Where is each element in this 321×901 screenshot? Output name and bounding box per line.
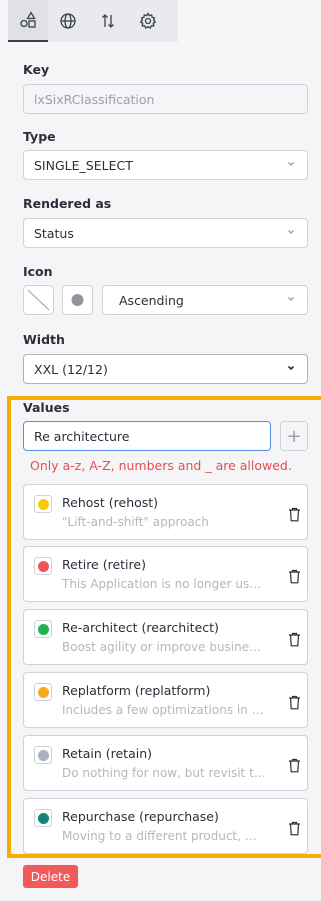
tab-bar	[8, 0, 178, 42]
value-item[interactable]: Rehost (rehost) "Lift-and-shift" approac…	[23, 484, 308, 540]
value-title: Retain (retain)	[62, 746, 153, 761]
color-swatch[interactable]	[34, 683, 52, 701]
gear-icon	[139, 12, 157, 29]
value-description: Moving to a different product, most...	[62, 829, 267, 843]
chevron-down-icon	[288, 230, 294, 234]
width-label: Width	[23, 332, 65, 347]
value-description: This Application is no longer useful, ..…	[62, 577, 267, 591]
value-description: "Lift-and-shift" approach	[62, 515, 209, 529]
chevron-down-icon	[287, 365, 295, 371]
globe-icon	[60, 13, 76, 29]
width-value: XXL (12/12)	[34, 361, 108, 377]
new-value-input[interactable]: Re architecture	[23, 421, 271, 451]
trash-icon[interactable]	[288, 632, 301, 647]
trash-icon[interactable]	[288, 695, 301, 710]
value-title: Re-architect (rearchitect)	[62, 620, 219, 635]
chevron-down-icon	[288, 162, 294, 166]
key-field[interactable]: lxSixRClassification	[23, 84, 308, 114]
type-select[interactable]: SINGLE_SELECT	[23, 150, 308, 180]
rendered-as-label: Rendered as	[23, 196, 112, 211]
type-value: SINGLE_SELECT	[34, 157, 133, 173]
color-swatch[interactable]	[34, 746, 52, 764]
tab-sort[interactable]	[88, 0, 128, 42]
value-item[interactable]: Repurchase (repurchase) Moving to a diff…	[23, 798, 308, 854]
color-dot-icon	[37, 812, 49, 824]
width-select[interactable]: XXL (12/12)	[23, 354, 308, 384]
color-swatch[interactable]	[34, 557, 52, 575]
delete-button[interactable]: Delete	[23, 865, 78, 888]
shapes-icon	[20, 11, 36, 28]
tab-translations[interactable]	[48, 0, 88, 42]
tab-shapes[interactable]	[8, 0, 48, 42]
chevron-down-icon	[288, 297, 294, 301]
values-label: Values	[23, 400, 70, 415]
trash-icon[interactable]	[288, 821, 301, 836]
rendered-as-value: Status	[34, 225, 74, 241]
color-swatch[interactable]	[34, 495, 52, 513]
no-icon-icon	[27, 289, 50, 311]
value-item[interactable]: Retire (retire) This Application is no l…	[23, 546, 308, 602]
validation-error: Only a-z, A-Z, numbers and _ are allowed…	[30, 458, 292, 473]
icon-order-value: Ascending	[119, 292, 184, 308]
value-title: Rehost (rehost)	[62, 495, 159, 510]
value-title: Replatform (replatform)	[62, 683, 211, 698]
icon-order-select[interactable]: Ascending	[102, 285, 308, 315]
value-title: Repurchase (repurchase)	[62, 809, 219, 824]
value-description: Includes a few optimizations in orde...	[62, 703, 267, 717]
value-description: Do nothing for now, but revisit this A..…	[62, 766, 267, 780]
value-description: Boost agility or improve business co...	[62, 640, 267, 654]
rendered-as-select[interactable]: Status	[23, 218, 308, 248]
trash-icon[interactable]	[288, 758, 301, 773]
value-item[interactable]: Re-architect (rearchitect) Boost agility…	[23, 609, 308, 665]
color-dot-icon	[71, 294, 84, 306]
value-title: Retire (retire)	[62, 557, 146, 572]
color-dot-icon	[37, 560, 49, 572]
value-item[interactable]: Retain (retain) Do nothing for now, but …	[23, 735, 308, 791]
color-swatch[interactable]	[34, 809, 52, 827]
icon-picker[interactable]	[23, 285, 54, 315]
tab-settings[interactable]	[128, 0, 168, 42]
color-swatch[interactable]	[34, 620, 52, 638]
color-dot-icon	[37, 498, 49, 510]
value-item[interactable]: Replatform (replatform) Includes a few o…	[23, 672, 308, 728]
icon-color-picker[interactable]	[62, 285, 93, 315]
type-label: Type	[23, 129, 56, 144]
icon-label: Icon	[23, 264, 53, 279]
key-label: Key	[23, 62, 50, 77]
add-value-button[interactable]: +	[280, 421, 308, 451]
sort-icon	[102, 14, 114, 28]
color-dot-icon	[37, 686, 49, 698]
color-dot-icon	[37, 623, 49, 635]
trash-icon[interactable]	[288, 507, 301, 522]
trash-icon[interactable]	[288, 569, 301, 584]
color-dot-icon	[37, 749, 49, 761]
